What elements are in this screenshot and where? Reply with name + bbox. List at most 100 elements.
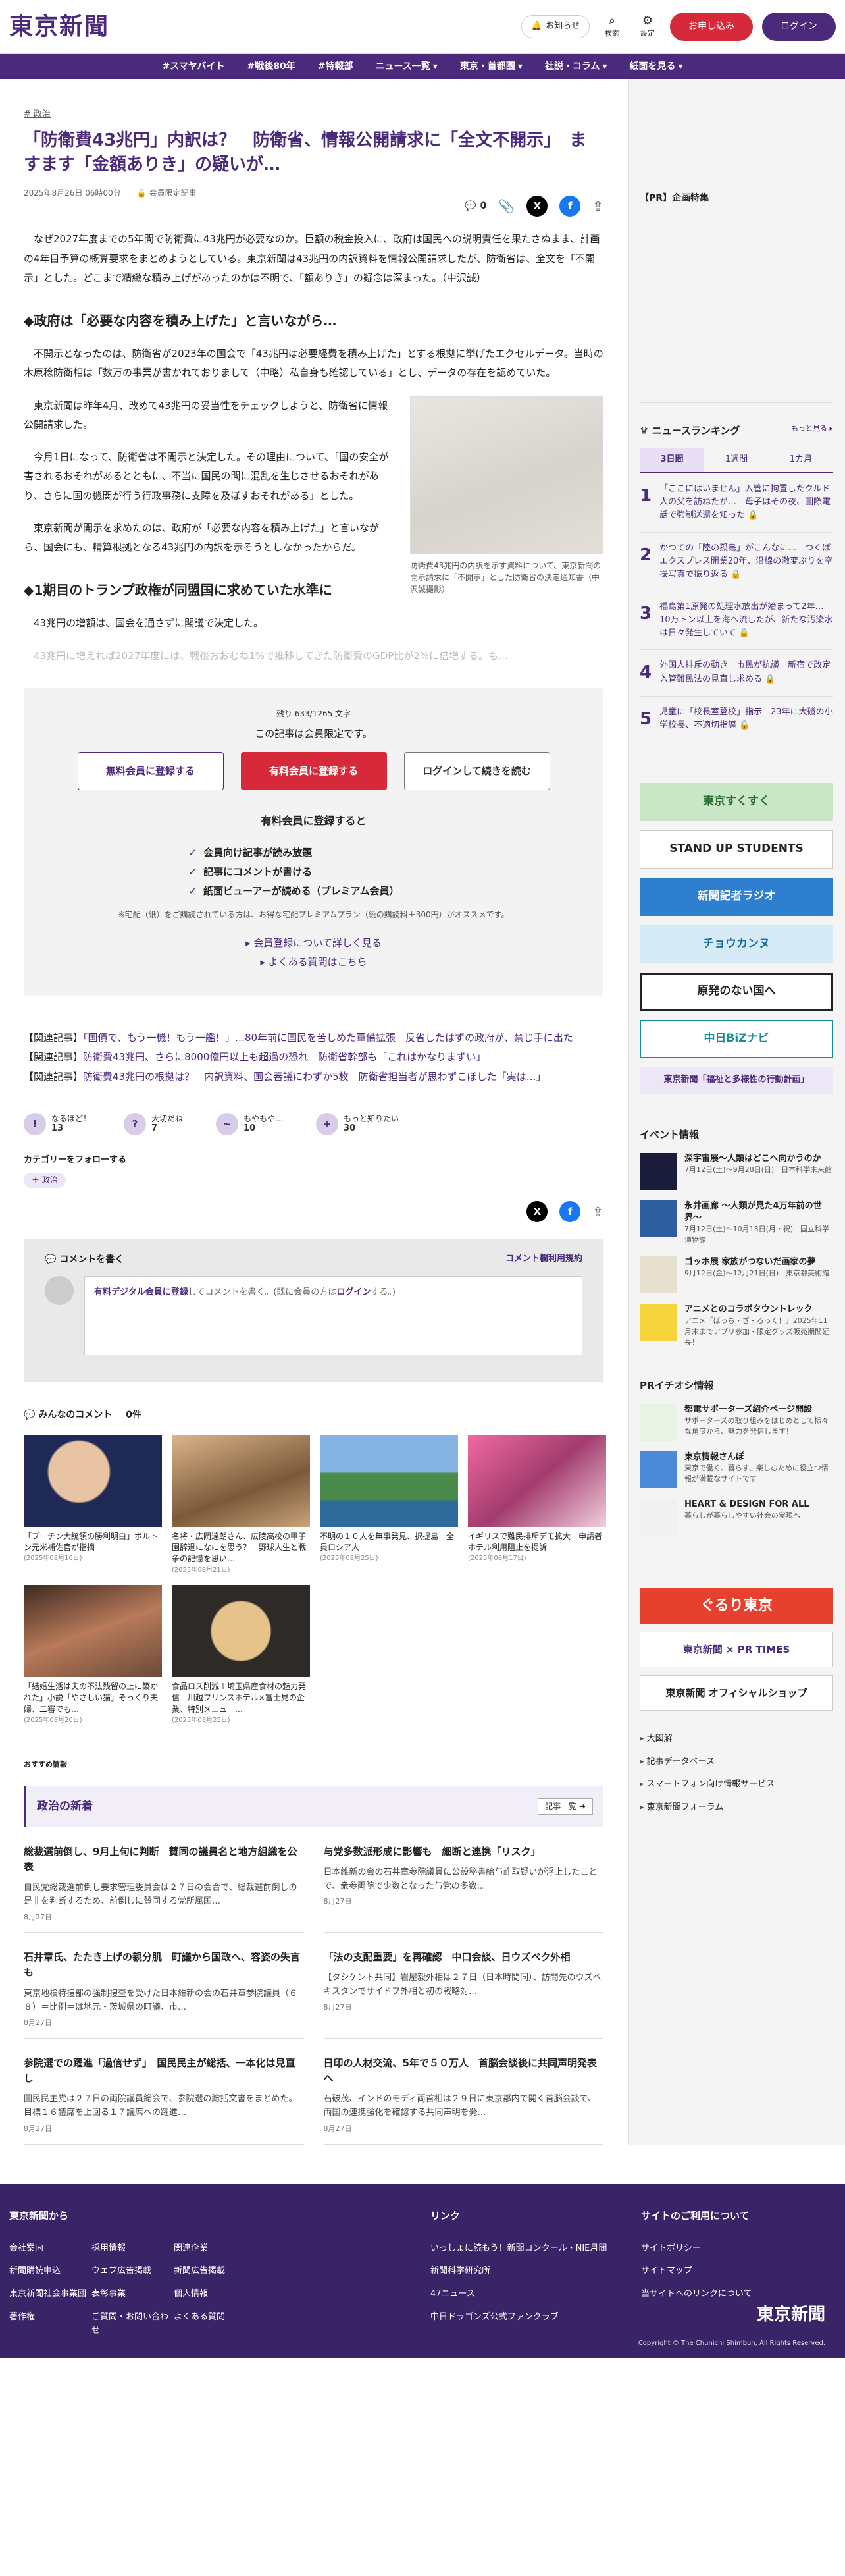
tab-1month[interactable]: 1カ月 — [769, 448, 833, 472]
news-item[interactable]: 与党多数派形成に影響も 細断と連携「リスク」 日本維新の会の石井章参院議員に公設秘… — [323, 1827, 603, 1933]
ranking-more-link[interactable]: もっと見る ▸ — [791, 423, 833, 439]
search-button[interactable]: ⌕ 検索 — [599, 14, 625, 39]
banner-pr-times[interactable]: 東京新聞 × PR TIMES — [640, 1631, 833, 1667]
x-share-icon[interactable]: X — [526, 1200, 548, 1222]
footer-link[interactable]: よくある質問 — [174, 2311, 256, 2338]
footer-link[interactable]: ご質問・お問い合わせ — [91, 2311, 174, 2338]
sidebar-link[interactable]: 大図解 — [640, 1728, 833, 1751]
nav-item[interactable]: 社説・コラム ▾ — [545, 59, 607, 74]
news-item[interactable]: 「法の支配重要」を再確認 中口会談、日ウズベク外相 【タシケント共同】岩屋毅外相は… — [323, 1933, 603, 2039]
footer-link[interactable]: 会社案内 — [9, 2242, 91, 2256]
pr-info-item[interactable]: 東京情報さんぽ 東京で働く、暮らす、楽しむために役立つ情報が満載なサイトです — [640, 1451, 833, 1488]
login-to-read-button[interactable]: ログインして続きを読む — [403, 752, 550, 791]
footer-link[interactable]: 47ニュース — [430, 2288, 641, 2301]
facebook-share-icon[interactable]: f — [559, 196, 581, 217]
nav-item[interactable]: #戦後80年 — [247, 59, 295, 74]
related-article-link[interactable]: 防衛費43兆円、さらに8000億円以上も超過の恐れ 防衛省幹部も「これはかなりま… — [83, 1051, 486, 1063]
comment-textarea[interactable]: 有料デジタル会員に登録してコメントを書く。(既に会員の方はログインする。) — [84, 1276, 582, 1356]
footer-link[interactable]: ウェブ広告掲載 — [91, 2265, 174, 2278]
banner-biz-navi[interactable]: 中日BiZナビ — [640, 1019, 833, 1058]
footer-link[interactable]: 新聞科学研究所 — [430, 2265, 641, 2278]
footer-link[interactable]: 関連企業 — [174, 2242, 256, 2256]
photo-news-item[interactable]: 「結婚生活は夫の不法残留の上に築かれた」小説「やさしい猫」そっくり夫婦、二審でも… — [24, 1584, 162, 1726]
news-item[interactable]: 総裁選前倒し、9月上旬に判断 賛同の議員名と地方組織を公表 自民党総裁選前倒し要求… — [24, 1827, 304, 1933]
event-item[interactable]: アニメとのコラボタウントレック アニメ「ぼっち・ざ・ろっく！」2025年11月末ま… — [640, 1304, 833, 1349]
photo-news-item[interactable]: 名将・広岡達朗さん、広陵高校の甲子園辞退になにを思う？ 野球人生と戦争の記憶を思… — [172, 1434, 310, 1576]
footer-link[interactable]: 中日ドラゴンズ公式ファンクラブ — [430, 2311, 641, 2324]
event-item[interactable]: ゴッホ展 家族がつないだ画家の夢 9月12日(金)〜12月21日(日) 東京都美術… — [640, 1256, 833, 1294]
footer-link[interactable]: 新聞広告掲載 — [174, 2265, 256, 2278]
pr-info-item[interactable]: HEART & DESIGN FOR ALL 暮らしが暮らしやすい社会の実現へ — [640, 1498, 833, 1536]
faq-link[interactable]: ▸ よくある質問はこちら — [50, 953, 577, 972]
category-tag[interactable]: # 政治 — [24, 109, 51, 119]
nav-item[interactable]: 東京・首都圏 ▾ — [460, 59, 523, 74]
nav-item[interactable]: #スマヤバイト — [162, 59, 224, 74]
footer-link[interactable]: 当サイトへのリンクについて — [641, 2288, 825, 2301]
footer-link[interactable]: サイトマップ — [641, 2265, 825, 2278]
ranking-item[interactable]: 5 児童に「校長室登校」指示 23年に大磯の小学校長、不適切指導 🔒 — [640, 697, 833, 743]
sidebar-link[interactable]: 東京新聞フォーラム — [640, 1796, 833, 1819]
sidebar-link[interactable]: スマートフォン向け情報サービス — [640, 1773, 833, 1796]
footer-link[interactable]: 表彰事業 — [91, 2288, 174, 2301]
event-item[interactable]: 深宇宙展〜人類はどこへ向かうのか 7月12日(土)〜9月28日(日) 日本科学未来… — [640, 1152, 833, 1190]
banner-chokannu[interactable]: チョウカンヌ — [640, 925, 833, 963]
banner-sukusuku[interactable]: 東京すくすく — [640, 782, 833, 821]
related-article-link[interactable]: 防衛費43兆円の根拠は？ 内訳資料、国会審議にわずか5枚 防衛省担当者が思わずこ… — [83, 1071, 546, 1083]
membership-details-link[interactable]: ▸ 会員登録について詳しく見る — [50, 934, 577, 953]
register-button[interactable]: お申し込み — [670, 13, 753, 41]
login-link[interactable]: ログイン — [336, 1287, 371, 1297]
footer-link[interactable]: 東京新聞社会事業団 — [9, 2288, 91, 2301]
related-article-link[interactable]: 「国債で、もう一機！もう一艦！」…80年前に国民を苦しめた軍備拡張 反省したはず… — [83, 1032, 573, 1044]
ranking-item[interactable]: 3 福島第1原発の処理水放出が始まって2年…10万トン以上を海へ流したが、新たな汚… — [640, 591, 833, 651]
banner-stand-up-students[interactable]: STAND UP STUDENTS — [640, 830, 833, 869]
footer-logo[interactable]: 東京新聞 — [757, 2301, 825, 2329]
banner-diversity-plan[interactable]: 東京新聞「福祉と多様性の行動計画」 — [640, 1067, 833, 1094]
notice-button[interactable]: 🔔 お知らせ — [521, 15, 590, 38]
reaction-button[interactable]: + もっと知りたい 30 — [316, 1112, 399, 1135]
document-photo[interactable] — [410, 396, 603, 554]
photo-news-item[interactable]: イギリスで難民排斥デモ拡大 申請者ホテル利用阻止を提訴 (2025年08月17日) — [468, 1434, 606, 1576]
banner-official-shop[interactable]: 東京新聞 オフィシャルショップ — [640, 1675, 833, 1711]
comment-rules-link[interactable]: コメント欄利用規約 — [505, 1252, 582, 1267]
news-item[interactable]: 日印の人材交流、5年で５０万人 首脳会談後に共同声明発表へ 石破茂、インドのモディ… — [323, 2039, 603, 2145]
reaction-button[interactable]: ~ もやもや… 10 — [216, 1112, 283, 1135]
photo-news-item[interactable]: 食品ロス削減＋埼玉県産食材の魅力発信 川越プリンスホテル×富士見の企業、特別メニ… — [172, 1584, 310, 1726]
x-share-icon[interactable]: X — [526, 196, 548, 217]
event-item[interactable]: 永井画廊 〜人類が見た4万年前の世界〜 7月12日(土)〜10月13日(月・祝) … — [640, 1200, 833, 1246]
banner-reporter-radio[interactable]: 新聞記者ラジオ — [640, 877, 833, 916]
settings-button[interactable]: ⚙ 設定 — [634, 14, 661, 39]
footer-link[interactable]: 新聞購読申込 — [9, 2265, 91, 2278]
ranking-item[interactable]: 1 「ここにはいません」入管に拘置したクルド人の父を訪ねたが… 母子はその夜、国際… — [640, 473, 833, 533]
ranking-item[interactable]: 2 かつての「陸の孤島」がこんなに… つくばエクスプレス開業20年、沿線の激変ぶり… — [640, 533, 833, 592]
reaction-button[interactable]: ? 大切だね 7 — [124, 1112, 183, 1135]
sidebar-link[interactable]: 記事データベース — [640, 1751, 833, 1774]
site-logo[interactable]: 東京新聞 — [9, 8, 109, 46]
news-item[interactable]: 石井章氏、たたき上げの親分肌 町議から国政へ、容姿の失言も 東京地検特捜部の強制捜… — [24, 1933, 304, 2039]
reaction-button[interactable]: ! なるほど！ 13 — [24, 1112, 91, 1135]
photo-news-item[interactable]: 「プーチン大統領の勝利明白」ボルトン元米補佐官が指摘 (2025年08月16日) — [24, 1434, 162, 1576]
footer-link[interactable]: いっしょに読もう！新聞コンクール・NIE月間 — [430, 2242, 641, 2256]
login-button[interactable]: ログイン — [762, 13, 836, 41]
paid-register-button[interactable]: 有料会員に登録する — [240, 752, 387, 791]
comment-count[interactable]: 💬 0 — [465, 199, 486, 213]
photo-news-item[interactable]: 不明の１０人を無事発見、択捉島 全員ロシア人 (2025年08月25日) — [320, 1434, 458, 1576]
pr-info-item[interactable]: 都電サポーターズ紹介ページ開設 サポーターズの取り組みをはじめとして様々な角度から… — [640, 1403, 833, 1441]
paid-register-link[interactable]: 有料デジタル会員に登録 — [94, 1287, 188, 1297]
pr-feature-slot[interactable] — [640, 205, 833, 404]
nav-item[interactable]: 紙面を見る ▾ — [629, 59, 682, 74]
clip-icon[interactable]: 📎 — [498, 196, 515, 217]
news-item[interactable]: 参院選での躍進「過信せず」 国民民主が総括、一本化は見直し 国民民主党は２７日の両… — [24, 2039, 304, 2145]
ranking-item[interactable]: 4 外国人排斥の動き 市民が抗議 新宿で改定入管難民法の見直し求める 🔒 — [640, 650, 833, 697]
footer-link[interactable]: 著作権 — [9, 2311, 91, 2338]
nav-item[interactable]: #特報部 — [318, 59, 353, 74]
tab-1week[interactable]: 1週間 — [704, 448, 769, 472]
tab-3days[interactable]: 3日間 — [640, 448, 704, 473]
share-icon[interactable]: ⇪ — [592, 1201, 603, 1222]
politics-more-link[interactable]: 記事一覧 ➜ — [538, 1798, 593, 1815]
footer-link[interactable]: 採用情報 — [91, 2242, 174, 2256]
nav-item[interactable]: ニュース一覧 ▾ — [375, 59, 437, 74]
free-register-button[interactable]: 無料会員に登録する — [77, 752, 224, 791]
banner-gururi-tokyo[interactable]: ぐるり東京 — [640, 1588, 833, 1624]
follow-category-chip[interactable]: ＋ 政治 — [24, 1172, 66, 1188]
banner-no-nuclear[interactable]: 原発のない国へ — [640, 972, 833, 1011]
